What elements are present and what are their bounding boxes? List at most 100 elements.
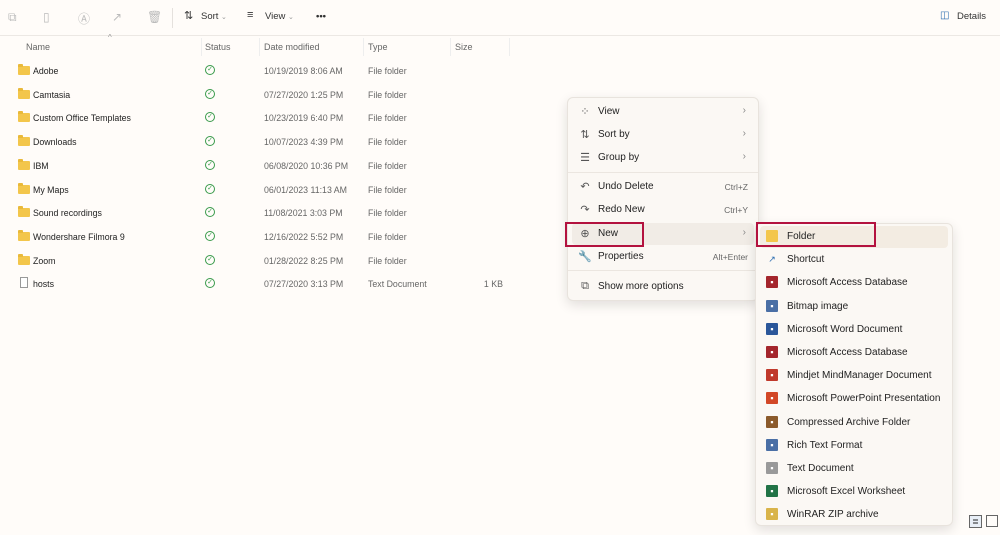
context-menu-item-group-by[interactable]: ☰ Group by › bbox=[572, 147, 754, 169]
folder-icon bbox=[18, 229, 30, 241]
share-icon[interactable]: ↗ bbox=[112, 10, 122, 24]
synced-check-icon: ✓ bbox=[205, 136, 215, 147]
file-type: File folder bbox=[368, 137, 407, 148]
synced-check-icon: ✓ bbox=[205, 207, 215, 218]
context-menu-item-redo-new[interactable]: ↷ Redo New Ctrl+Y bbox=[572, 199, 754, 221]
menu-item-label: Show more options bbox=[598, 281, 684, 292]
column-divider[interactable] bbox=[450, 38, 451, 56]
new-submenu-item[interactable]: ↗ Shortcut bbox=[760, 249, 948, 271]
shortcut-text: Alt+Enter bbox=[712, 252, 748, 262]
column-divider[interactable] bbox=[201, 38, 202, 56]
grid-icon: ⁘ bbox=[580, 106, 590, 118]
microsoft-word-document-icon: ▪ bbox=[766, 322, 778, 335]
wrench-icon: 🔧 bbox=[578, 251, 592, 263]
file-type: File folder bbox=[368, 255, 407, 266]
context-menu-item-sort-by[interactable]: ⇅ Sort by › bbox=[572, 124, 754, 146]
view-icon: ≡ bbox=[247, 9, 254, 21]
new-submenu-item[interactable]: ▪ Bitmap image bbox=[760, 296, 948, 318]
file-row[interactable]: Zoom ✓ 01/28/2022 8:25 PM File folder bbox=[0, 251, 560, 273]
file-row[interactable]: My Maps ✓ 06/01/2023 11:13 AM File folde… bbox=[0, 180, 560, 202]
chevron-down-icon: ⌄ bbox=[221, 14, 227, 21]
expand-icon: ⧉ bbox=[581, 280, 589, 292]
submenu-item-label: Microsoft Excel Worksheet bbox=[787, 486, 906, 498]
microsoft-excel-worksheet-icon: ▪ bbox=[766, 485, 778, 498]
rich-text-format-icon: ▪ bbox=[766, 438, 778, 451]
column-header-name[interactable]: Name bbox=[26, 42, 50, 52]
folder-icon bbox=[18, 111, 30, 123]
view-button[interactable]: View bbox=[265, 11, 285, 22]
submenu-item-label: Microsoft Access Database bbox=[787, 277, 908, 289]
new-submenu-item[interactable]: ▪ Compressed Archive Folder bbox=[760, 412, 948, 434]
folder-icon bbox=[18, 158, 30, 170]
submenu-item-label: Microsoft Access Database bbox=[787, 347, 908, 358]
folder-icon bbox=[18, 87, 30, 99]
folder-icon bbox=[18, 206, 30, 218]
context-menu-item-properties[interactable]: 🔧 Properties Alt+Enter bbox=[572, 246, 754, 268]
compressed-archive-folder-icon: ▪ bbox=[766, 415, 778, 428]
file-row[interactable]: hosts ✓ 07/27/2020 3:13 PM Text Document… bbox=[0, 274, 560, 296]
column-header-size[interactable]: Size bbox=[455, 42, 473, 52]
new-submenu-item[interactable]: ▪ Microsoft PowerPoint Presentation bbox=[760, 388, 948, 410]
file-name: Adobe bbox=[33, 66, 59, 76]
new-submenu-item[interactable]: ▪ Microsoft Access Database bbox=[760, 342, 948, 364]
command-bar: ⧉ ▯ Ⓐ ↗ 🗑 ⇅ Sort ⌄ ≡ View ⌄ ••• ◫ Detail… bbox=[0, 0, 1000, 36]
chevron-right-icon: › bbox=[742, 151, 746, 162]
chevron-down-icon: ⌄ bbox=[288, 14, 294, 21]
file-row[interactable]: Adobe ✓ 10/19/2019 8:06 AM File folder bbox=[0, 61, 560, 83]
file-date: 12/16/2022 5:52 PM bbox=[264, 231, 344, 242]
details-button[interactable]: Details bbox=[957, 11, 986, 22]
context-menu-item-undo-delete[interactable]: ↶ Undo Delete Ctrl+Z bbox=[572, 176, 754, 198]
divider bbox=[172, 8, 173, 28]
file-row[interactable]: Downloads ✓ 10/07/2023 4:39 PM File fold… bbox=[0, 132, 560, 154]
folder-icon bbox=[18, 135, 30, 147]
new-submenu-item[interactable]: ▪ Microsoft Word Document bbox=[760, 319, 948, 341]
column-divider[interactable] bbox=[363, 38, 364, 56]
new-submenu-item[interactable]: ▪ Microsoft Excel Worksheet bbox=[760, 481, 948, 503]
file-type: File folder bbox=[368, 208, 407, 219]
menu-divider bbox=[568, 270, 758, 271]
file-row[interactable]: Sound recordings ✓ 11/08/2021 3:03 PM Fi… bbox=[0, 203, 560, 225]
column-header-status[interactable]: Status bbox=[205, 42, 231, 52]
details-view-icon[interactable]: ≣ bbox=[969, 515, 982, 528]
file-date: 01/28/2022 8:25 PM bbox=[264, 255, 344, 266]
new-submenu-item[interactable]: ▪ Microsoft Access Database bbox=[760, 272, 948, 294]
sort-button[interactable]: Sort bbox=[201, 11, 218, 22]
column-divider[interactable] bbox=[509, 38, 510, 56]
copy-icon[interactable]: ⧉ bbox=[8, 10, 17, 25]
file-type: Text Document bbox=[368, 279, 427, 290]
file-size: 1 KB bbox=[483, 279, 503, 290]
file-row[interactable]: Wondershare Filmora 9 ✓ 12/16/2022 5:52 … bbox=[0, 227, 560, 249]
column-divider[interactable] bbox=[259, 38, 260, 56]
delete-icon[interactable]: 🗑 bbox=[147, 10, 162, 24]
thumbnail-view-icon[interactable] bbox=[986, 515, 998, 527]
column-header-type[interactable]: Type bbox=[368, 42, 388, 52]
group-icon: ☰ bbox=[580, 152, 590, 164]
synced-check-icon: ✓ bbox=[205, 278, 215, 289]
new-submenu-item[interactable]: ▪ Text Document bbox=[760, 458, 948, 480]
new-submenu-item[interactable]: ▪ Mindjet MindManager Document bbox=[760, 365, 948, 387]
bitmap-image-icon: ▪ bbox=[766, 299, 778, 312]
file-row[interactable]: IBM ✓ 06/08/2020 10:36 PM File folder bbox=[0, 156, 560, 178]
column-header-date[interactable]: Date modified bbox=[264, 42, 320, 52]
context-menu-item-view[interactable]: ⁘ View › bbox=[572, 101, 754, 123]
file-row[interactable]: Camtasia ✓ 07/27/2020 1:25 PM File folde… bbox=[0, 85, 560, 107]
sort-icon: ⇅ bbox=[184, 10, 194, 22]
microsoft-powerpoint-presentation-icon: ▪ bbox=[766, 392, 778, 405]
file-name: IBM bbox=[33, 160, 49, 171]
rename-icon[interactable]: Ⓐ bbox=[78, 10, 90, 27]
file-type: File folder bbox=[368, 113, 407, 124]
context-menu-item-show-more-options[interactable]: ⧉ Show more options bbox=[572, 276, 754, 298]
new-submenu-item[interactable]: ▪ WinRAR ZIP archive bbox=[760, 504, 948, 526]
file-name: Custom Office Templates bbox=[33, 113, 131, 124]
synced-check-icon: ✓ bbox=[205, 230, 215, 241]
file-name: Sound recordings bbox=[33, 208, 102, 219]
more-button[interactable]: ••• bbox=[316, 11, 326, 22]
undo-icon: ↶ bbox=[580, 181, 590, 193]
file-type: File folder bbox=[368, 184, 407, 195]
menu-divider bbox=[568, 172, 758, 173]
submenu-item-label: Text Document bbox=[787, 463, 854, 474]
file-row[interactable]: Custom Office Templates ✓ 10/23/2019 6:4… bbox=[0, 108, 560, 130]
paste-icon[interactable]: ▯ bbox=[43, 10, 50, 24]
new-submenu-item[interactable]: ▪ Rich Text Format bbox=[760, 435, 948, 457]
menu-item-label: Sort by bbox=[598, 129, 630, 140]
